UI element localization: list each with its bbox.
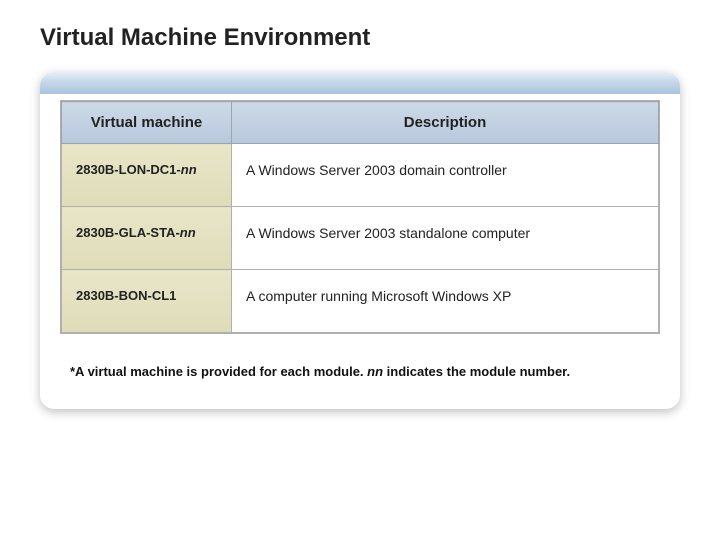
vm-table: Virtual machine Description 2830B-LON-DC… xyxy=(61,101,659,333)
vm-name-prefix: 2830B-LON-DC1- xyxy=(76,162,181,177)
vm-description-cell: A Windows Server 2003 domain controller xyxy=(232,144,659,207)
content-panel: Virtual machine Description 2830B-LON-DC… xyxy=(40,72,680,409)
table-row: 2830B-BON-CL1 A computer running Microso… xyxy=(62,270,659,333)
table-row: 2830B-LON-DC1-nn A Windows Server 2003 d… xyxy=(62,144,659,207)
vm-name-prefix: 2830B-GLA-STA- xyxy=(76,225,180,240)
vm-description-cell: A computer running Microsoft Windows XP xyxy=(232,270,659,333)
table-row: 2830B-GLA-STA-nn A Windows Server 2003 s… xyxy=(62,207,659,270)
footnote-nn: nn xyxy=(367,364,383,379)
vm-name-cell: 2830B-GLA-STA-nn xyxy=(62,207,232,270)
page-title: Virtual Machine Environment xyxy=(40,24,680,52)
vm-name-cell: 2830B-LON-DC1-nn xyxy=(62,144,232,207)
vm-name-prefix: 2830B-BON-CL1 xyxy=(76,288,176,303)
vm-name-suffix: nn xyxy=(181,162,197,177)
vm-name-cell: 2830B-BON-CL1 xyxy=(62,270,232,333)
vm-name-suffix: nn xyxy=(180,225,196,240)
footnote-part2: indicates the module number. xyxy=(383,364,570,379)
footnote-part1: *A virtual machine is provided for each … xyxy=(70,364,367,379)
header-vm: Virtual machine xyxy=(62,102,232,144)
vm-description-cell: A Windows Server 2003 standalone compute… xyxy=(232,207,659,270)
vm-table-container: Virtual machine Description 2830B-LON-DC… xyxy=(60,100,660,334)
header-description: Description xyxy=(232,102,659,144)
footnote: *A virtual machine is provided for each … xyxy=(60,364,660,379)
